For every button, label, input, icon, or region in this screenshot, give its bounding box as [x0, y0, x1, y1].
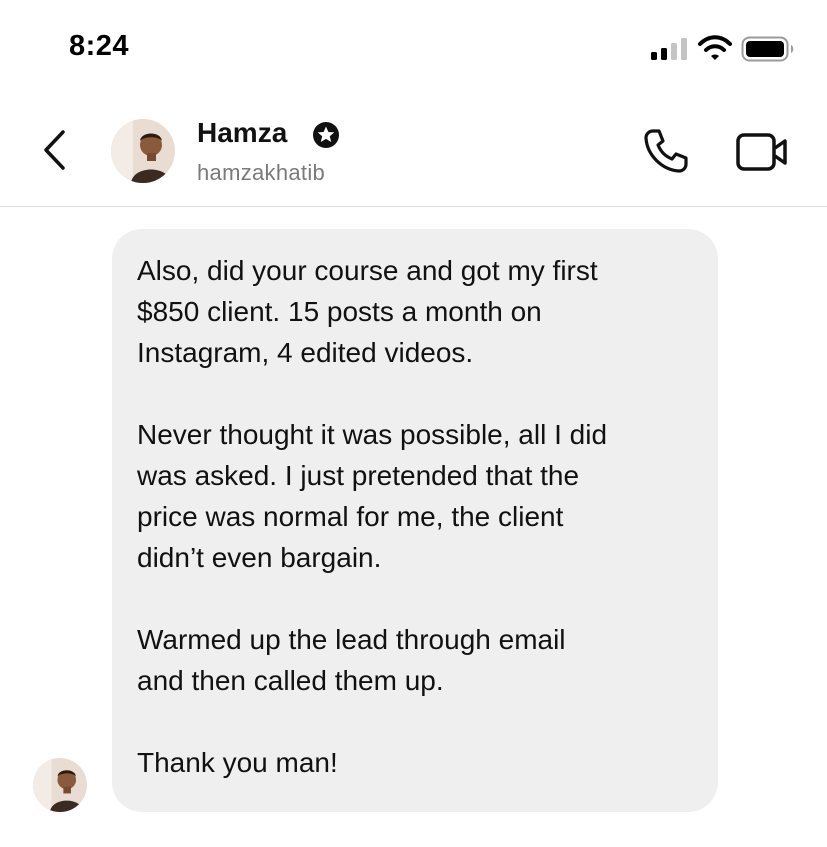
verified-badge-icon — [313, 122, 339, 148]
message-paragraph: Also, did your course and got my first $… — [137, 255, 598, 368]
wifi-icon — [698, 35, 732, 60]
incoming-message-bubble[interactable]: Also, did your course and got my first $… — [112, 229, 718, 812]
phone-icon[interactable] — [640, 126, 690, 176]
contact-username[interactable]: hamzakhatib — [197, 160, 325, 186]
back-chevron-icon[interactable] — [36, 126, 72, 174]
sender-avatar[interactable] — [33, 758, 87, 812]
contact-name[interactable]: Hamza — [197, 117, 287, 149]
cellular-signal-icon — [651, 38, 687, 60]
message-paragraph: Thank you man! — [137, 747, 338, 778]
contact-avatar[interactable] — [111, 119, 175, 183]
dm-chat-screen: 8:24 Hamza hamzakhatib Also, did your co… — [0, 0, 827, 847]
avatar-photo-icon — [33, 758, 87, 812]
chat-header: Hamza hamzakhatib — [0, 96, 827, 207]
message-paragraph: Never thought it was possible, all I did… — [137, 419, 608, 573]
video-camera-icon[interactable] — [735, 130, 791, 174]
avatar-photo-icon — [111, 119, 175, 183]
battery-icon — [741, 36, 794, 62]
status-bar: 8:24 — [0, 0, 827, 96]
status-time: 8:24 — [69, 30, 130, 62]
message-paragraph: Warmed up the lead through email and the… — [137, 624, 566, 696]
